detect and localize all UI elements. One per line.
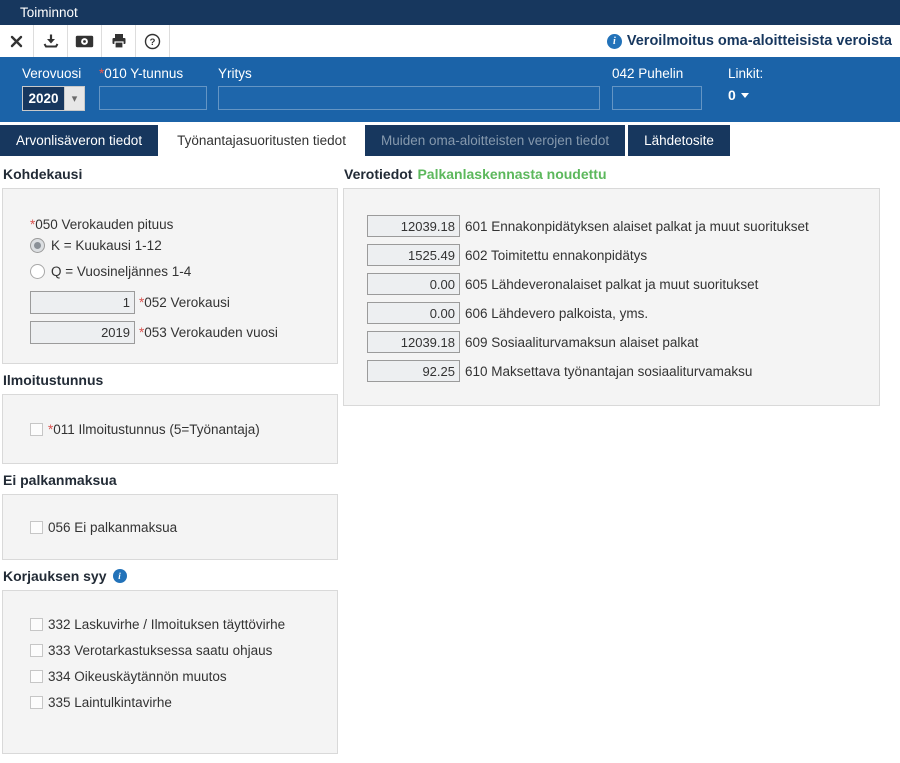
field-605-label: 605 Lähdeveronalaiset palkat ja muut suo… (465, 277, 758, 292)
page-title: Veroilmoitus oma-aloitteisista veroista (627, 33, 892, 49)
field-609-value (367, 331, 460, 353)
radio-icon (30, 238, 45, 253)
checkbox-011-ilmoitustunnus[interactable]: *011 Ilmoitustunnus (5=Työnantaja) (30, 422, 260, 437)
tab-muiden-verojen-tiedot: Muiden oma-aloitteisten verojen tiedot (365, 125, 625, 156)
ei-palkanmaksua-panel: 056 Ei palkanmaksua (2, 494, 338, 560)
tab-tyonantajasuoritusten-tiedot[interactable]: Työnantajasuoritusten tiedot (161, 125, 362, 156)
field-601-row: 601 Ennakonpidätyksen alaiset palkat ja … (367, 215, 879, 237)
y-tunnus-label: *010 Y-tunnus (99, 66, 207, 81)
field-601-label: 601 Ennakonpidätyksen alaiset palkat ja … (465, 219, 809, 234)
print-icon (111, 33, 127, 49)
checkbox-icon (30, 670, 43, 683)
menu-toiminnot[interactable]: Toiminnot (0, 5, 92, 20)
menubar: Toiminnot (0, 0, 900, 25)
field-609-row: 609 Sosiaaliturvamaksun alaiset palkat (367, 331, 879, 353)
ilmoitustunnus-panel: *011 Ilmoitustunnus (5=Työnantaja) (2, 394, 338, 464)
download-button[interactable] (34, 25, 68, 57)
linkit-dropdown[interactable]: 0 (728, 87, 763, 103)
close-icon (9, 34, 24, 49)
field-610-value (367, 360, 460, 382)
verovuosi-label: Verovuosi (22, 66, 85, 81)
field-052-verokausi (30, 291, 135, 314)
money-icon (75, 35, 94, 48)
money-button[interactable] (68, 25, 102, 57)
korjauksen-syy-title: Korjauksen syy i (3, 567, 338, 585)
puhelin-label: 042 Puhelin (612, 66, 702, 81)
y-tunnus-field[interactable] (99, 86, 207, 110)
radio-icon (30, 264, 45, 279)
field-610-label: 610 Maksettava työnantajan sosiaaliturva… (465, 364, 752, 379)
verotiedot-title: Verotiedot Palkanlaskennasta noudettu (344, 165, 880, 183)
field-602-value (367, 244, 460, 266)
checkbox-334-oikeuskaytanto[interactable]: 334 Oikeuskäytännön muutos (30, 669, 337, 684)
toolbar: ? i Veroilmoitus oma-aloitteisista veroi… (0, 25, 900, 57)
checkbox-icon (30, 644, 43, 657)
radio-k-kuukausi[interactable]: K = Kuukausi 1-12 (30, 238, 337, 253)
puhelin-field[interactable] (612, 86, 702, 110)
ei-palkanmaksua-title: Ei palkanmaksua (3, 471, 338, 489)
verovuosi-value: 2020 (23, 87, 64, 110)
field-605-row: 605 Lähdeveronalaiset palkat ja muut suo… (367, 273, 879, 295)
info-icon: i (607, 34, 622, 49)
tab-lahdetosite[interactable]: Lähdetosite (628, 125, 730, 156)
print-button[interactable] (102, 25, 136, 57)
form-header-band: Verovuosi 2020 ▾ *010 Y-tunnus Yritys 04… (0, 57, 900, 122)
field-609-label: 609 Sosiaaliturvamaksun alaiset palkat (465, 335, 698, 350)
radio-q-vuosineljannes[interactable]: Q = Vuosineljännes 1-4 (30, 264, 337, 279)
info-icon[interactable]: i (113, 569, 127, 583)
kohdekausi-title: Kohdekausi (3, 165, 338, 183)
help-icon: ? (144, 33, 161, 50)
field-605-value (367, 273, 460, 295)
ilmoitustunnus-title: Ilmoitustunnus (3, 371, 338, 389)
download-icon (43, 33, 59, 49)
field-050-label: *050 Verokauden pituus (30, 217, 173, 232)
field-602-row: 602 Toimitettu ennakonpidätys (367, 244, 879, 266)
korjauksen-syy-panel: 332 Laskuvirhe / Ilmoituksen täyttövirhe… (2, 590, 338, 754)
checkbox-icon (30, 696, 43, 709)
chevron-down-icon: ▾ (64, 87, 84, 110)
field-053-label: *053 Verokauden vuosi (139, 325, 278, 340)
checkbox-icon (30, 521, 43, 534)
checkbox-056-ei-palkanmaksua[interactable]: 056 Ei palkanmaksua (30, 520, 177, 535)
yritys-field[interactable] (218, 86, 600, 110)
verovuosi-select[interactable]: 2020 ▾ (22, 86, 85, 111)
field-610-row: 610 Maksettava työnantajan sosiaaliturva… (367, 360, 879, 382)
field-601-value (367, 215, 460, 237)
caret-down-icon (741, 93, 749, 98)
checkbox-icon (30, 618, 43, 631)
field-606-label: 606 Lähdevero palkoista, yms. (465, 306, 648, 321)
checkbox-332-laskuvirhe[interactable]: 332 Laskuvirhe / Ilmoituksen täyttövirhe (30, 617, 337, 632)
tab-arvonlisaveron-tiedot[interactable]: Arvonlisäveron tiedot (0, 125, 158, 156)
field-606-value (367, 302, 460, 324)
field-053-verokauden-vuosi (30, 321, 135, 344)
help-button[interactable]: ? (136, 25, 170, 57)
yritys-label: Yritys (218, 66, 600, 81)
svg-text:?: ? (150, 37, 156, 48)
verotiedot-status: Palkanlaskennasta noudettu (417, 166, 606, 182)
field-606-row: 606 Lähdevero palkoista, yms. (367, 302, 879, 324)
verotiedot-panel: 601 Ennakonpidätyksen alaiset palkat ja … (343, 188, 880, 406)
checkbox-335-laintulkintavirhe[interactable]: 335 Laintulkintavirhe (30, 695, 337, 710)
tab-bar: Arvonlisäveron tiedot Työnantajasuoritus… (0, 125, 900, 156)
linkit-label: Linkit: (728, 66, 763, 81)
field-052-label: *052 Verokausi (139, 295, 230, 310)
close-button[interactable] (0, 25, 34, 57)
checkbox-333-verotarkastus[interactable]: 333 Verotarkastuksessa saatu ohjaus (30, 643, 337, 658)
checkbox-icon (30, 423, 43, 436)
field-602-label: 602 Toimitettu ennakonpidätys (465, 248, 647, 263)
kohdekausi-panel: *050 Verokauden pituus K = Kuukausi 1-12… (2, 188, 338, 364)
